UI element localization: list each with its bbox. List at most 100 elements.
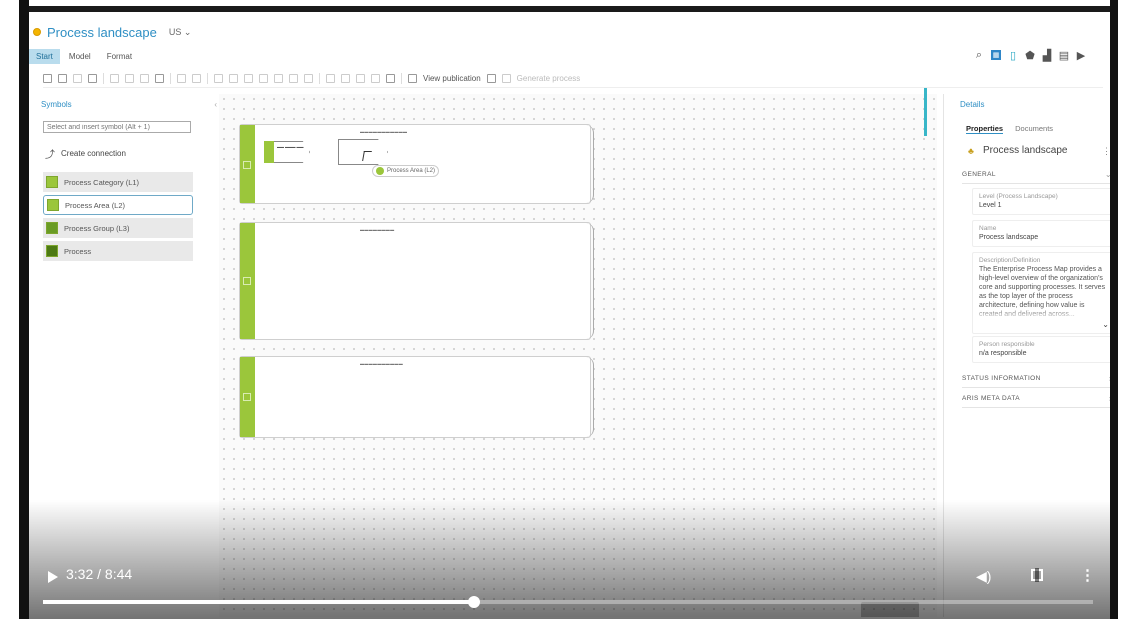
view-publication-button[interactable]: View publication <box>423 74 481 83</box>
symbol-label: Process <box>64 246 92 256</box>
lane-header-bar <box>240 357 255 437</box>
undo-icon[interactable] <box>73 74 82 83</box>
chevron-down-icon[interactable]: ⌄ <box>1102 320 1109 329</box>
cut-icon[interactable] <box>110 74 119 83</box>
symbol-item-process-area[interactable]: Process Area (L2) <box>43 195 193 215</box>
format-painter-icon[interactable] <box>177 74 186 83</box>
generate-icon[interactable] <box>501 74 511 83</box>
tab-start[interactable]: Start <box>29 49 60 64</box>
language-selector[interactable]: US ⌄ <box>169 27 192 38</box>
save-icon[interactable] <box>43 74 52 83</box>
section-title: STATUS INFORMATION <box>962 375 1041 382</box>
lane-title: ▬▬▬▬▬▬▬▬ <box>360 227 395 232</box>
process-object-icon <box>264 141 274 163</box>
section-general[interactable]: GENERAL ⌄ <box>962 166 1116 184</box>
search-icon[interactable]: ⌕ <box>974 49 984 61</box>
fullscreen-icon[interactable] <box>1031 568 1043 582</box>
copy-icon[interactable] <box>125 74 134 83</box>
connection-style-icon[interactable] <box>326 74 335 83</box>
attribute-description[interactable]: Description/Definition The Enterprise Pr… <box>972 252 1114 334</box>
attribute-name[interactable]: Name Process landscape <box>972 220 1114 247</box>
symbol-list: Process Category (L1) Process Area (L2) … <box>43 172 193 264</box>
attribute-value: n/a responsible <box>979 350 1027 357</box>
layout-icon[interactable]: ▤ <box>1059 50 1069 62</box>
play-icon[interactable] <box>48 571 58 583</box>
lane-header-bar <box>240 125 255 203</box>
generate-process-button[interactable]: Generate process <box>517 74 581 83</box>
group-icon[interactable] <box>304 74 313 83</box>
align-icon[interactable] <box>244 74 253 83</box>
refresh-icon[interactable] <box>88 74 97 83</box>
more-options-icon[interactable]: ⋮ <box>1080 566 1095 584</box>
chart-icon[interactable]: ▟ <box>1042 50 1052 62</box>
model-icon: ♣ <box>968 145 974 156</box>
symbol-search-input[interactable] <box>43 121 191 133</box>
create-connection-button[interactable]: ⤴ Create connection <box>45 146 126 161</box>
zoom-icon[interactable] <box>289 74 298 83</box>
video-time: 3:32 / 8:44 <box>66 566 133 582</box>
symbols-panel-title: Symbols <box>41 100 72 109</box>
section-status-information[interactable]: STATUS INFORMATION › <box>962 370 1116 388</box>
title-bar: Process landscape US ⌄ <box>33 22 191 42</box>
symbol-label: Process Group (L3) <box>64 223 130 233</box>
connection-icon: ⤴ <box>45 150 55 161</box>
lane-type-icon <box>243 161 251 169</box>
model-type-icon <box>33 28 41 36</box>
properties-icon[interactable] <box>58 74 67 83</box>
delete-icon[interactable] <box>155 74 164 83</box>
attribute-person-responsible[interactable]: Person responsible n/a responsible <box>972 336 1114 363</box>
process-icon <box>46 245 58 257</box>
document-icon[interactable]: ▯ <box>1008 50 1018 62</box>
play-simulation-icon[interactable]: ▶ <box>1076 50 1086 62</box>
order-icon[interactable] <box>371 74 380 83</box>
lane-edge <box>586 223 594 339</box>
video-progress-bar[interactable] <box>43 596 1093 608</box>
symbol-item-process-group[interactable]: Process Group (L3) <box>43 218 193 238</box>
ribbon-tabs: Start Model Format <box>29 49 139 64</box>
selected-object-name: Process landscape <box>983 145 1068 156</box>
line-color-icon[interactable] <box>229 74 238 83</box>
fill-color-icon[interactable] <box>214 74 223 83</box>
distribute-icon[interactable] <box>259 74 268 83</box>
details-panel-title: Details <box>960 100 985 109</box>
process-category-lane[interactable]: ▬▬▬▬▬▬▬▬▬▬▬ ▬▬ ▬▬▬ ▬▬ Process Area (L2) <box>239 124 594 204</box>
symbol-label: Process Area (L2) <box>65 200 126 210</box>
dragged-symbol-label: Process Area (L2) <box>387 168 436 174</box>
collapse-panel-icon[interactable]: ‹ <box>214 100 217 109</box>
size-icon[interactable] <box>274 74 283 83</box>
volume-icon[interactable]: ◀) <box>976 568 991 585</box>
toolbar-divider <box>170 73 171 84</box>
bookmark-icon[interactable] <box>386 74 395 83</box>
arrange-icon[interactable] <box>356 74 365 83</box>
lane-title: ▬▬▬▬▬▬▬▬▬▬ <box>360 361 403 366</box>
tab-model[interactable]: Model <box>62 49 98 64</box>
process-object[interactable]: ▬▬ ▬▬▬ ▬▬ <box>264 141 312 163</box>
process-category-icon <box>46 176 58 188</box>
panel-scroll-indicator <box>924 88 927 136</box>
shield-icon[interactable]: ⬟ <box>1025 50 1035 62</box>
tab-documents[interactable]: Documents <box>1015 124 1053 134</box>
selected-object: ♣ Process landscape <box>966 145 1068 156</box>
video-progress-handle[interactable] <box>467 596 480 608</box>
process-category-lane[interactable]: ▬▬▬▬▬▬▬▬ <box>239 222 594 340</box>
process-category-lane[interactable]: ▬▬▬▬▬▬▬▬▬▬ <box>239 356 594 438</box>
font-icon[interactable] <box>192 74 201 83</box>
diagram-icon[interactable]: ▦ <box>991 50 1001 60</box>
add-symbol-icon <box>376 167 384 175</box>
tab-properties[interactable]: Properties <box>966 124 1004 134</box>
symbol-item-process-category[interactable]: Process Category (L1) <box>43 172 193 192</box>
attribute-label: Name <box>979 225 997 232</box>
pin-icon[interactable] <box>486 74 496 83</box>
lane-header-bar <box>240 223 255 339</box>
attribute-level[interactable]: Level (Process Landscape) Level 1 <box>972 188 1114 215</box>
publication-icon[interactable] <box>408 74 417 83</box>
symbol-item-process[interactable]: Process <box>43 241 193 261</box>
layout-icon[interactable] <box>341 74 350 83</box>
paste-icon[interactable] <box>140 74 149 83</box>
toolbar-divider <box>401 73 402 84</box>
toolbar-divider <box>319 73 320 84</box>
tab-format[interactable]: Format <box>100 49 139 64</box>
section-aris-meta-data[interactable]: ARIS META DATA › <box>962 390 1116 408</box>
video-screenshot: Process landscape US ⌄ Start Model Forma… <box>0 0 1128 619</box>
model-title[interactable]: Process landscape <box>47 25 157 40</box>
